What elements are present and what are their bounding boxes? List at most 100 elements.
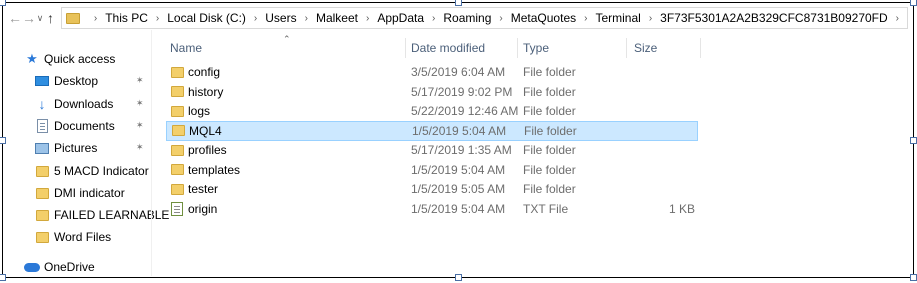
pin-icon[interactable]: ✶ <box>136 120 144 131</box>
chevron-right-icon[interactable]: › <box>156 13 159 24</box>
chevron-right-icon[interactable]: › <box>649 13 652 24</box>
file-row[interactable]: config 3/5/2019 6:04 AM File folder <box>166 62 698 82</box>
file-date-modified: 5/17/2019 1:35 AM <box>411 143 512 157</box>
file-name: logs <box>188 104 211 118</box>
sidebar-item-label: FAILED LEARNABLE <box>54 208 170 222</box>
breadcrumb-item[interactable]: Local Disk (C:) <box>167 11 246 25</box>
file-row[interactable]: tester 1/5/2019 5:05 AM File folder <box>166 179 698 199</box>
sidebar-item-label: 5 MACD Indicator <box>54 164 149 178</box>
sidebar-item[interactable]: Pictures <box>34 138 97 158</box>
resize-handle-right[interactable] <box>910 137 917 144</box>
column-header-name[interactable]: Name <box>170 38 202 58</box>
resize-handle-bottom-left[interactable] <box>0 274 6 281</box>
file-name: templates <box>188 162 241 177</box>
folder-icon <box>65 12 80 24</box>
resize-handle-top-left[interactable] <box>0 0 6 6</box>
column-header-type[interactable]: Type <box>523 38 549 58</box>
sidebar-item[interactable]: ↓ Downloads <box>34 94 114 114</box>
folder-icon <box>171 144 184 156</box>
sidebar-item[interactable]: Word Files <box>34 227 111 247</box>
chevron-right-icon[interactable]: › <box>896 13 899 24</box>
back-button[interactable]: ← <box>8 7 22 29</box>
file-type: File folder <box>523 104 576 118</box>
resize-handle-left[interactable] <box>0 137 6 144</box>
chevron-right-icon[interactable]: › <box>305 13 308 24</box>
pin-icon[interactable]: ✶ <box>136 98 144 109</box>
file-type: TXT File <box>523 201 569 216</box>
address-bar: ← → ∨ ↑ › This PC › Local Disk (C:) › Users › M… <box>8 6 908 30</box>
chevron-right-icon[interactable]: › <box>254 13 257 24</box>
column-separator[interactable] <box>626 38 627 58</box>
file-row[interactable]: profiles 5/17/2019 1:35 AM File folder <box>166 140 698 160</box>
column-separator[interactable] <box>405 38 406 58</box>
column-separator[interactable] <box>700 38 701 58</box>
column-header-date[interactable]: Date modified <box>411 38 485 58</box>
star-icon: ★ <box>26 51 38 66</box>
resize-handle-top-right[interactable] <box>910 0 917 6</box>
pin-icon[interactable]: ✶ <box>136 75 144 86</box>
chevron-right-icon[interactable]: › <box>94 13 97 24</box>
file-row[interactable]: history 5/17/2019 9:02 PM File folder <box>166 82 698 102</box>
file-row[interactable]: origin 1/5/2019 5:04 AM TXT File 1 KB <box>166 199 698 219</box>
resize-handle-bottom-right[interactable] <box>910 274 917 281</box>
sidebar-item[interactable]: DMI indicator <box>34 183 125 203</box>
folder-icon <box>171 183 184 195</box>
file-name: origin <box>188 201 218 216</box>
chevron-right-icon[interactable]: › <box>584 13 587 24</box>
file-row[interactable]: logs 5/22/2019 12:46 AM File folder <box>166 101 698 121</box>
folder-icon <box>34 207 50 223</box>
file-name: config <box>188 65 221 79</box>
resize-handle-bottom[interactable] <box>455 274 462 281</box>
sidebar-item-label: Quick access <box>44 52 116 66</box>
file-type: File folder <box>523 182 576 196</box>
breadcrumb-item[interactable]: Malkeet <box>316 11 358 25</box>
breadcrumb-item[interactable]: Terminal <box>595 11 640 25</box>
up-button[interactable]: ↑ <box>44 7 57 29</box>
download-icon: ↓ <box>38 96 46 112</box>
file-row[interactable]: MQL4 1/5/2019 5:04 AM File folder <box>166 120 698 141</box>
chevron-right-icon[interactable]: › <box>499 13 502 24</box>
sidebar-item-label: Documents <box>54 119 115 133</box>
folder-icon <box>34 185 50 201</box>
sidebar-item-label: Word Files <box>54 230 112 244</box>
sidebar-item[interactable]: ★ Quick access <box>24 49 115 69</box>
column-separator[interactable] <box>517 38 518 58</box>
folder-icon <box>34 163 50 179</box>
breadcrumb-item[interactable]: Roaming <box>443 11 491 25</box>
onedrive-icon <box>24 259 40 275</box>
breadcrumb-item[interactable]: AppData <box>377 11 424 25</box>
file-date-modified: 3/5/2019 6:04 AM <box>411 65 506 79</box>
sidebar-item-label: OneDrive <box>44 260 95 274</box>
pin-icon[interactable]: ✶ <box>136 142 144 153</box>
sidebar-item[interactable]: 5 MACD Indicator <box>34 161 149 181</box>
sidebar-item[interactable]: Documents <box>34 116 115 136</box>
chevron-right-icon[interactable]: › <box>366 13 369 24</box>
pane-divider <box>151 30 152 276</box>
breadcrumb-item[interactable]: Users <box>265 11 296 25</box>
documents-icon <box>34 118 50 134</box>
file-type: File folder <box>523 84 576 99</box>
column-header-size[interactable]: Size <box>634 38 657 58</box>
breadcrumb-item[interactable]: MetaQuotes <box>511 11 576 25</box>
file-date-modified: 5/17/2019 9:02 PM <box>411 84 513 99</box>
sidebar-item[interactable]: FAILED LEARNABLE <box>34 205 169 225</box>
pictures-icon <box>34 140 50 156</box>
chevron-down-icon: ∨ <box>36 12 44 23</box>
chevron-right-icon[interactable]: › <box>432 13 435 24</box>
file-type: File folder <box>523 143 576 157</box>
breadcrumb[interactable]: › This PC › Local Disk (C:) › Users › Malkeet › A… <box>60 7 908 29</box>
file-date-modified: 1/5/2019 5:04 AM <box>411 201 506 216</box>
sidebar-item-label: Downloads <box>54 97 114 111</box>
breadcrumb-item[interactable]: This PC <box>105 11 148 25</box>
forward-button[interactable]: → <box>22 7 36 29</box>
folder-icon <box>171 105 184 117</box>
sidebar-item[interactable]: Desktop <box>34 71 98 91</box>
sidebar-item[interactable]: OneDrive <box>24 257 95 277</box>
recent-locations-button[interactable]: ∨ <box>36 7 44 29</box>
breadcrumb-item[interactable]: 3F73F5301A2A2B329CFC8731B09270FD <box>660 11 887 25</box>
sort-ascending-icon: ⌃ <box>283 34 291 44</box>
folder-icon <box>171 66 184 78</box>
folder-icon <box>171 164 184 175</box>
navigation-pane: ★ Quick access Desktop ✶ ↓ Downloads ✶ Document… <box>20 44 169 277</box>
file-row[interactable]: templates 1/5/2019 5:04 AM File folder <box>166 160 698 180</box>
